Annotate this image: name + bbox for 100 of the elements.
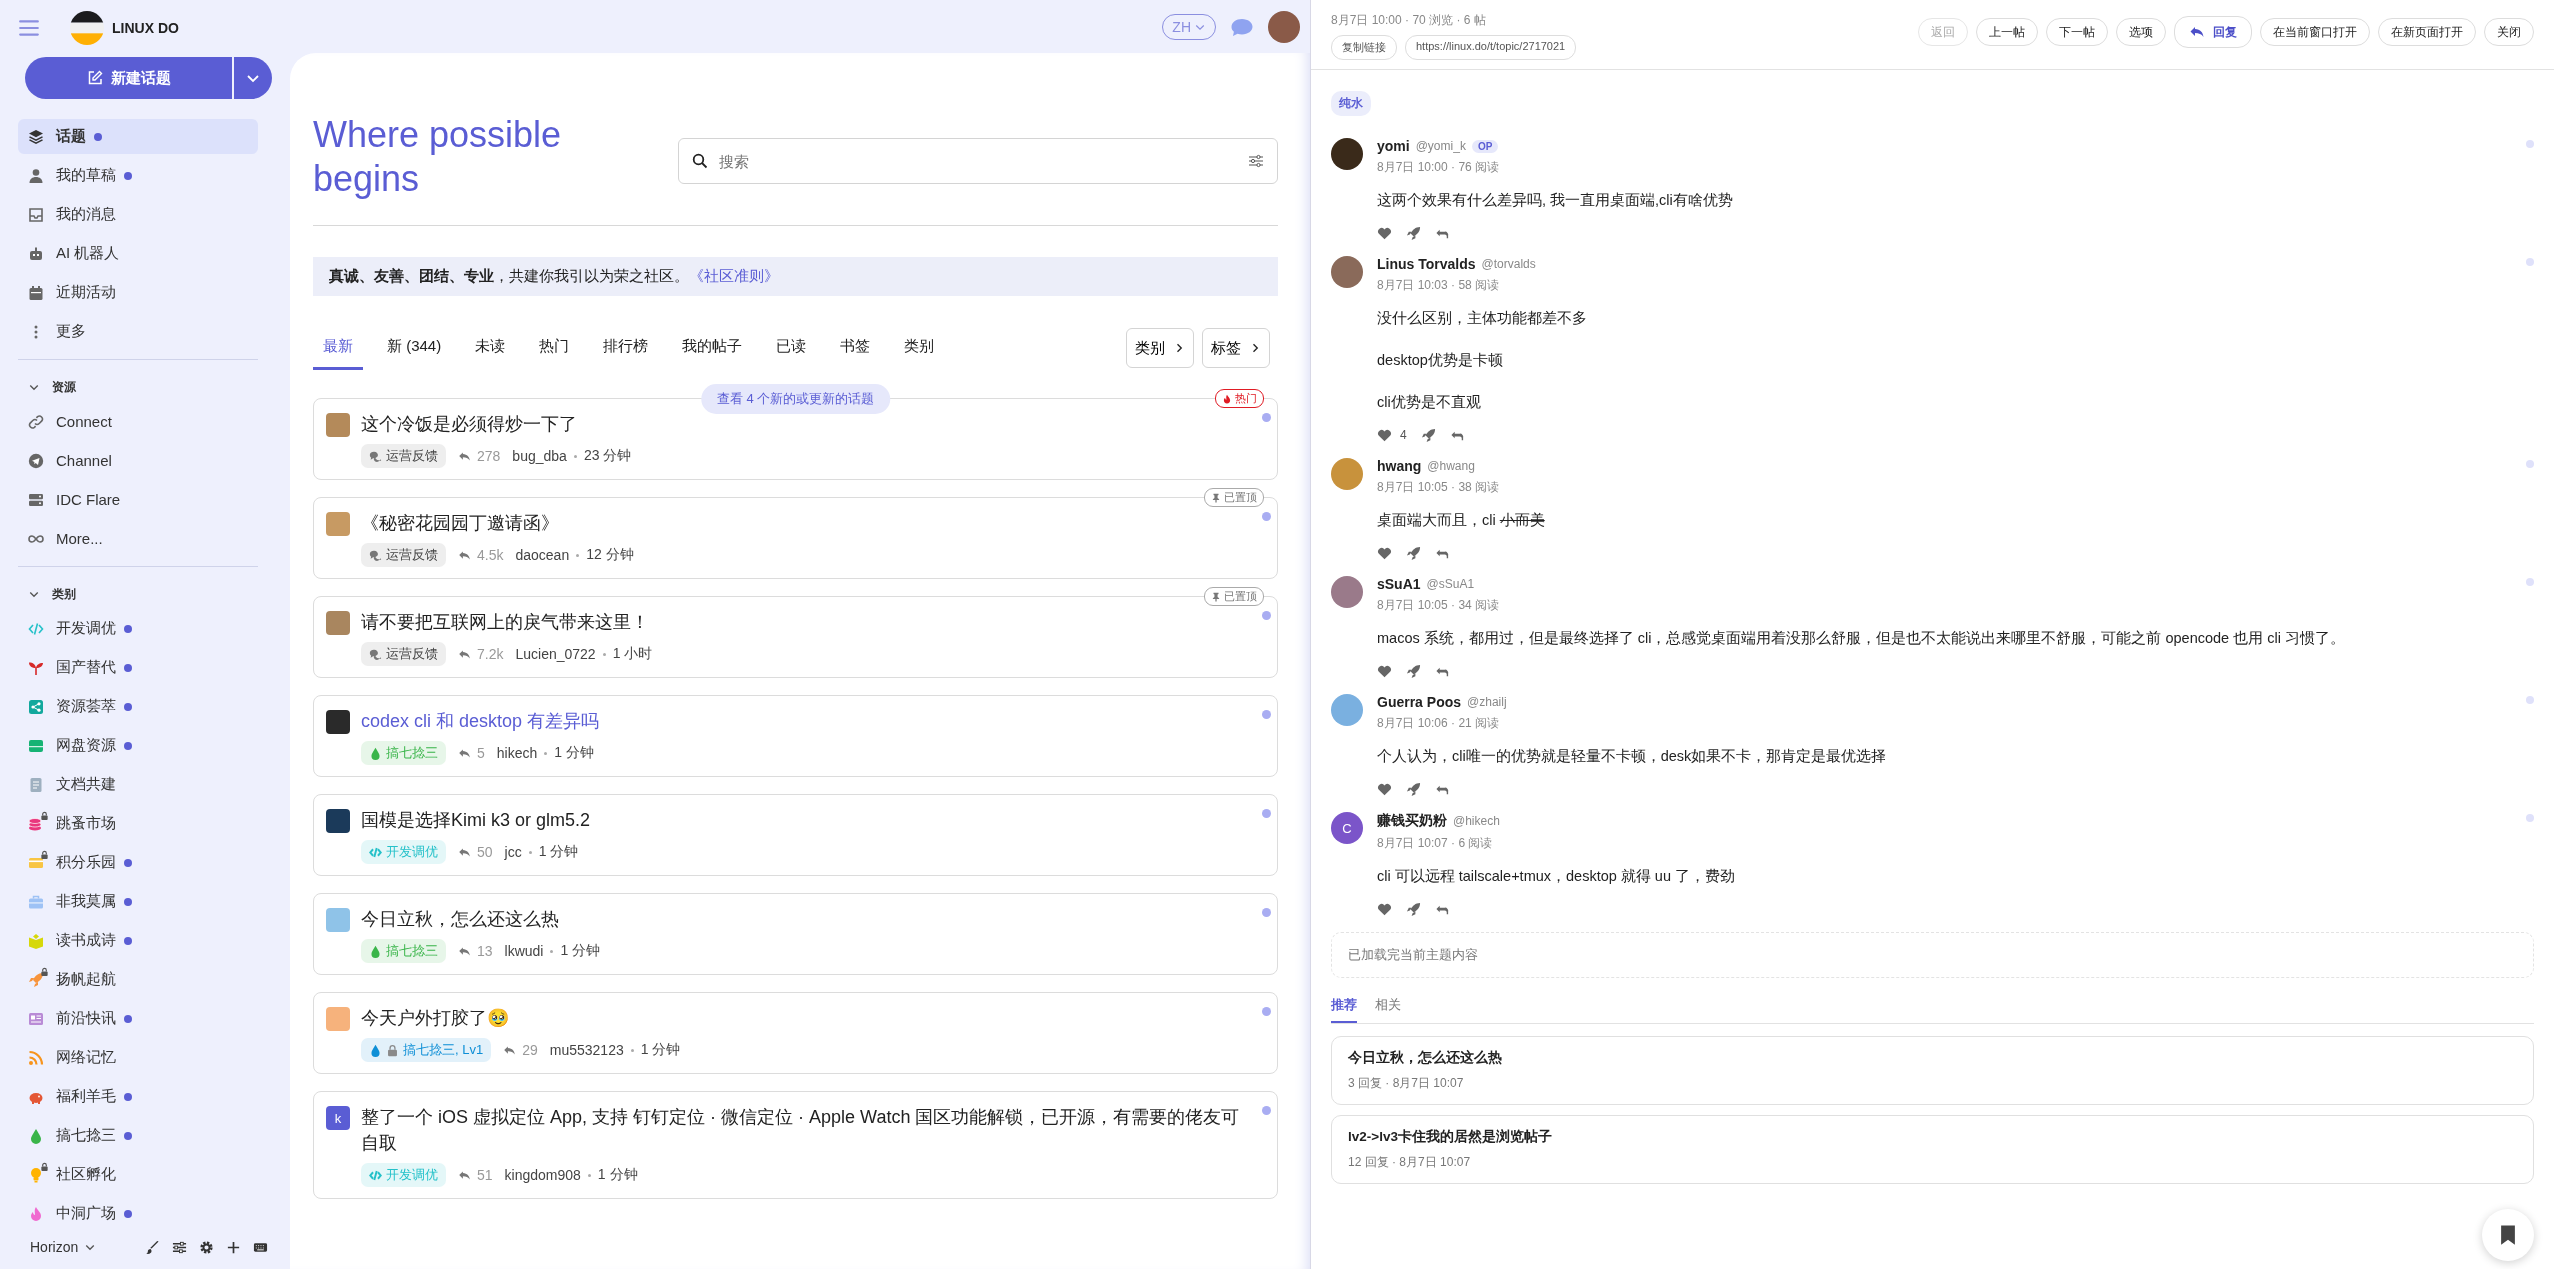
dropdown-button[interactable]	[234, 57, 272, 99]
author-name[interactable]: jcc	[504, 844, 522, 860]
sidebar-item[interactable]: More...	[18, 521, 258, 556]
topic-title[interactable]: 这个冷饭是必须得炒一下了	[361, 411, 632, 437]
username[interactable]: sSuA1	[1377, 576, 1421, 592]
boost-icon[interactable]	[1406, 545, 1421, 561]
topic-card[interactable]: codex cli 和 desktop 有差异吗 搞七捻三 5 hikech 1 分钟	[313, 695, 1278, 777]
topic-tab[interactable]: 类别	[894, 326, 945, 370]
avatar[interactable]: C	[1331, 812, 1363, 844]
brush-icon[interactable]	[145, 1239, 160, 1255]
topic-title[interactable]: 今日立秋，怎么还这么热	[361, 906, 601, 932]
topic-title[interactable]: 整了一个 iOS 虚拟定位 App, 支持 钉钉定位 · 微信定位 · Apple Watch 国区功能解锁，已开源，有需要的佬友可自取	[361, 1104, 1247, 1156]
suggested-topic-card[interactable]: lv2->lv3卡住我的居然是浏览帖子 12 回复 · 8月7日 10:07	[1331, 1115, 2534, 1184]
sidebar-item[interactable]: 话题	[18, 119, 258, 154]
author-name[interactable]: bug_dba	[512, 448, 567, 464]
sidebar-item[interactable]: 网络记忆	[18, 1040, 258, 1075]
theme-selector[interactable]: Horizon	[30, 1239, 97, 1255]
sidebar-item[interactable]: 福利羊毛	[18, 1079, 258, 1114]
sidebar-item[interactable]: 国产替代	[18, 650, 258, 685]
topic-title[interactable]: 国模是选择Kimi k3 or glm5.2	[361, 807, 591, 833]
tab[interactable]: 相关	[1375, 992, 1401, 1023]
author-name[interactable]: mu5532123	[549, 1042, 624, 1058]
topic-tag[interactable]: 纯水	[1331, 91, 1371, 116]
sidebar-item[interactable]: 近期活动	[18, 275, 258, 310]
topic-card[interactable]: 今日立秋，怎么还这么热 搞七捻三 13 lkwudi 1 分钟	[313, 893, 1278, 975]
sidebar-item[interactable]: 前沿快讯	[18, 1001, 258, 1036]
toolbar-button[interactable]: 关闭	[2484, 18, 2534, 46]
topic-tab[interactable]: 书签	[830, 326, 881, 370]
sidebar-item[interactable]: 跳蚤市场	[18, 806, 258, 841]
like-button[interactable]: 4	[1377, 427, 1407, 443]
username[interactable]: yomi	[1377, 138, 1410, 154]
sidebar-item[interactable]: IDC Flare	[18, 482, 258, 517]
topic-tab[interactable]: 新 (344)	[377, 326, 452, 370]
sidebar-item[interactable]: 中洞广场	[18, 1196, 258, 1225]
username[interactable]: hwang	[1377, 458, 1422, 474]
topic-card[interactable]: 国模是选择Kimi k3 or glm5.2 开发调优 50 jcc 1 分钟	[313, 794, 1278, 876]
suggested-topic-card[interactable]: 今日立秋，怎么还这么热 3 回复 · 8月7日 10:07	[1331, 1036, 2534, 1105]
toolbar-button[interactable]: 在当前窗口打开	[2260, 18, 2370, 46]
author-name[interactable]: hikech	[496, 745, 538, 761]
sliders-icon[interactable]	[1248, 153, 1264, 169]
toolbar-button[interactable]: 上一帖	[1976, 18, 2038, 46]
topic-title[interactable]: 今天户外打胶了🥹	[361, 1005, 681, 1031]
boost-icon[interactable]	[1406, 901, 1421, 917]
sidebar-item[interactable]: 社区孵化	[18, 1157, 258, 1192]
like-button[interactable]	[1377, 225, 1392, 241]
new-topic-button[interactable]: 新建话题	[25, 57, 232, 99]
topic-tab[interactable]: 最新	[313, 326, 363, 370]
sidebar-item[interactable]: 读书成诗	[18, 923, 258, 958]
toolbar-button[interactable]: 回复	[2174, 16, 2252, 48]
sidebar-item[interactable]: 更多	[18, 314, 258, 349]
topic-card[interactable]: k 整了一个 iOS 虚拟定位 App, 支持 钉钉定位 · 微信定位 · Apple Watch 国区功能解锁，已开源，有需要的佬友可自取 开发调优 51 kingdom908 1 分钟	[313, 1091, 1278, 1199]
username[interactable]: Guerra Poos	[1377, 694, 1462, 710]
section-toggle[interactable]: 资源	[0, 370, 104, 404]
boost-icon[interactable]	[1406, 781, 1421, 797]
boost-icon[interactable]	[1406, 663, 1421, 679]
boost-icon[interactable]	[1420, 427, 1436, 443]
author-name[interactable]: Lucien_0722	[515, 646, 596, 662]
boost-icon[interactable]	[1406, 225, 1421, 241]
username[interactable]: 赚钱买奶粉	[1377, 812, 1447, 830]
plus-icon[interactable]	[226, 1239, 241, 1255]
user-avatar[interactable]	[1268, 10, 1300, 43]
sidebar-item[interactable]: 我的草稿	[18, 158, 258, 193]
topic-card[interactable]: 今天户外打胶了🥹 搞七捻三, Lv1 29 mu5532123 1 分钟	[313, 992, 1278, 1074]
like-button[interactable]	[1377, 781, 1392, 797]
username[interactable]: Linus Torvalds	[1377, 256, 1476, 272]
sidebar-item[interactable]: Connect	[18, 404, 258, 439]
sidebar-item[interactable]: 文档共建	[18, 767, 258, 802]
author-name[interactable]: kingdom908	[504, 1167, 581, 1183]
filter-dropdown[interactable]: 标签	[1202, 328, 1270, 368]
tab[interactable]: 推荐	[1331, 992, 1357, 1023]
sidebar-item[interactable]: 开发调优	[18, 611, 258, 646]
settings-icon[interactable]	[199, 1239, 214, 1255]
new-topics-notice[interactable]: 查看 4 个新的或更新的话题	[700, 384, 891, 414]
topic-title[interactable]: codex cli 和 desktop 有差异吗	[361, 708, 600, 734]
like-button[interactable]	[1377, 663, 1392, 679]
sidebar-item[interactable]: AI 机器人	[18, 236, 258, 271]
search-field[interactable]: 搜索	[678, 138, 1278, 184]
sliders-icon[interactable]	[172, 1239, 187, 1255]
guidelines-link[interactable]: 《社区准则》	[689, 267, 779, 284]
topic-title[interactable]: 《秘密花园园丁邀请函》	[361, 510, 634, 536]
topic-tab[interactable]: 已读	[766, 326, 817, 370]
sidebar-item[interactable]: 搞七捻三	[18, 1118, 258, 1153]
sidebar-item[interactable]: 非我莫属	[18, 884, 258, 919]
topic-url[interactable]: https://linux.do/t/topic/2717021	[1405, 35, 1577, 60]
sidebar-item[interactable]: 扬帆起航	[18, 962, 258, 997]
sidebar-item[interactable]: Channel	[18, 443, 258, 478]
category-tag[interactable]: 运营反馈	[361, 642, 446, 666]
sidebar-item[interactable]: 积分乐园	[18, 845, 258, 880]
toolbar-button[interactable]: 下一帖	[2046, 18, 2108, 46]
like-button[interactable]	[1377, 545, 1392, 561]
category-tag[interactable]: 运营反馈	[361, 543, 446, 567]
topic-tab[interactable]: 热门	[529, 326, 580, 370]
section-toggle[interactable]: 类别	[0, 577, 104, 611]
avatar[interactable]	[1331, 138, 1363, 170]
author-name[interactable]: lkwudi	[504, 943, 544, 959]
filter-dropdown[interactable]: 类别	[1126, 328, 1194, 368]
sidebar-item[interactable]: 资源荟萃	[18, 689, 258, 724]
topic-title[interactable]: 请不要把互联网上的戾气带来这里！	[361, 609, 653, 635]
like-button[interactable]	[1377, 901, 1392, 917]
bookmark-button[interactable]	[2482, 1209, 2534, 1261]
